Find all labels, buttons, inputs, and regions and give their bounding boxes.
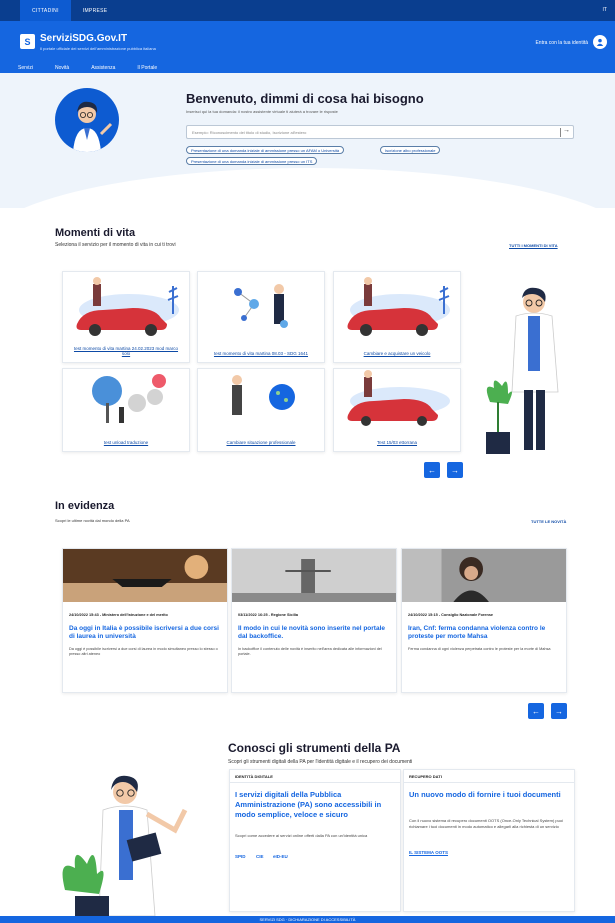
divider <box>230 782 400 783</box>
momenti-next-button[interactable]: → <box>447 462 463 478</box>
evidenza-title: In evidenza <box>55 500 115 512</box>
user-icon[interactable] <box>593 35 607 49</box>
site-header: S ServiziSDG.Gov.IT Il portale ufficiale… <box>0 21 615 63</box>
momento-card[interactable]: test momento di vita martina 24.02.2023 … <box>62 271 190 363</box>
spid-link[interactable]: SPID <box>235 854 246 859</box>
news-meta: 03/11/2022 16:25 - Regione Sicilia <box>238 613 298 617</box>
tool-title[interactable]: I servizi digitali della Pubblica Ammini… <box>235 790 395 820</box>
nav-item-novita[interactable]: Novità <box>55 65 69 72</box>
news-next-button[interactable]: → <box>551 703 567 719</box>
tool-category: RECUPERO DATI <box>409 774 442 779</box>
momento-card[interactable]: Cambiare e acquistare un veicolo <box>333 271 461 363</box>
all-momenti-link[interactable]: TUTTI I MOMENTI DI VITA <box>509 243 558 248</box>
suggestion-chip[interactable]: Presentazione di una domanda iniziale di… <box>186 157 318 165</box>
hero-subtitle: Inserisci qui la tua domanda: il nostro … <box>186 109 338 114</box>
login-link[interactable]: Entra con la tua identità <box>535 40 588 46</box>
news-title[interactable]: Il modo in cui le novità sono inserite n… <box>238 625 390 641</box>
momento-card[interactable]: test momento di vita martina 08.03 - SDG… <box>197 271 325 363</box>
momento-card-label[interactable]: Test 15/03 ettorrana <box>342 440 452 445</box>
momenti-prev-button[interactable]: ← <box>424 462 440 478</box>
cie-link[interactable]: CIE <box>256 854 264 859</box>
momenti-title: Momenti di vita <box>55 227 136 239</box>
tool-card[interactable]: RECUPERO DATI Un nuovo modo di fornire i… <box>403 769 575 912</box>
momento-card[interactable]: Test 15/03 ettorrana <box>333 368 461 452</box>
all-news-link[interactable]: TUTTE LE NOVITÀ <box>531 519 566 524</box>
strumenti-title: Conosci gli strumenti della PA <box>228 741 401 755</box>
main-nav: Servizi Novità Assistenza Il Portale <box>0 63 615 73</box>
news-image <box>232 549 396 602</box>
footer-bar: SERVIZI SDG · DICHIARAZIONE DI ACCESSIBI… <box>0 916 615 923</box>
search-submit-icon[interactable]: → <box>563 127 570 134</box>
tool-title[interactable]: Un nuovo modo di fornire i tuoi document… <box>409 790 569 800</box>
news-text: In backoffice il contenuto delle novità … <box>238 647 382 656</box>
hero-title: Benvenuto, dimmi di cosa hai bisogno <box>186 91 424 106</box>
news-card[interactable]: 03/11/2022 16:25 - Regione Sicilia Il mo… <box>231 548 397 693</box>
oots-link[interactable]: IL SISTEMA OOTS <box>409 850 448 855</box>
strumenti-subtitle: Scopri gli strumenti digitali della PA p… <box>228 759 413 765</box>
momento-card-label[interactable]: Cambiare e acquistare un veicolo <box>342 351 452 356</box>
tool-text: Con il nuovo sistema di recupero documen… <box>409 818 563 829</box>
news-meta: 24/10/2022 15:43 - Ministero dell'Istruz… <box>69 613 168 617</box>
momenti-subtitle: Seleziona il servizio per il momento di … <box>55 242 176 248</box>
suggestion-chip[interactable]: Iscrizione albo professionale <box>380 146 441 154</box>
hero-wave <box>0 168 615 208</box>
car-scene-icon <box>76 277 179 336</box>
language-selector[interactable]: IT <box>603 7 607 13</box>
momento-card[interactable]: test unload traduzione <box>62 368 190 452</box>
news-image <box>402 549 566 602</box>
search-divider <box>560 128 561 137</box>
news-text: Ferma condanna di ogni violenza perpetra… <box>408 647 551 651</box>
nav-item-servizi[interactable]: Servizi <box>18 65 33 72</box>
tool-category: IDENTITÀ DIGITALE <box>235 774 273 779</box>
momento-card-label[interactable]: Cambiare situazione professionale <box>206 440 316 445</box>
tab-imprese[interactable]: IMPRESE <box>71 0 120 21</box>
search-placeholder: Esempio: Riconoscimento del titolo di st… <box>192 130 307 135</box>
news-image <box>63 549 227 602</box>
nav-item-portale[interactable]: Il Portale <box>137 65 157 72</box>
divider <box>404 782 574 783</box>
news-title[interactable]: Iran, Cnf: ferma condanna violenza contr… <box>408 625 560 641</box>
news-title[interactable]: Da oggi in Italia è possibile iscriversi… <box>69 625 221 641</box>
globe-person-icon <box>232 375 295 415</box>
top-bar: CITTADINI IMPRESE IT <box>0 0 615 21</box>
tab-cittadini[interactable]: CITTADINI <box>20 0 71 21</box>
momento-card[interactable]: Cambiare situazione professionale <box>197 368 325 452</box>
network-person-icon <box>234 284 288 328</box>
suggestion-chip[interactable]: Presentazione di una domanda iniziale di… <box>186 146 345 154</box>
news-meta: 24/10/2022 15:15 - Consiglio Nazionale F… <box>408 613 494 617</box>
news-card[interactable]: 24/10/2022 15:43 - Ministero dell'Istruz… <box>62 548 228 693</box>
news-card[interactable]: 24/10/2022 15:15 - Consiglio Nazionale F… <box>401 548 567 693</box>
search-input[interactable]: Esempio: Riconoscimento del titolo di st… <box>186 125 574 139</box>
tree-icon <box>92 374 166 423</box>
car-scene-icon <box>347 277 450 336</box>
nav-item-assistenza[interactable]: Assistenza <box>91 65 115 72</box>
momento-card-label[interactable]: test momento di vita martina 08.03 - SDG… <box>206 351 316 356</box>
site-title[interactable]: ServiziSDG.Gov.IT <box>40 33 127 44</box>
news-prev-button[interactable]: ← <box>528 703 544 719</box>
momento-card-label[interactable]: test unload traduzione <box>71 440 181 445</box>
site-subtitle: Il portale ufficiale dei servizi dell'am… <box>40 46 156 51</box>
tool-text: Scopri come accedere ai servizi online o… <box>235 833 368 838</box>
logo-icon[interactable]: S <box>20 34 35 49</box>
doctor-illustration <box>486 287 559 454</box>
tool-card[interactable]: IDENTITÀ DIGITALE I servizi digitali del… <box>229 769 401 912</box>
eid-link[interactable]: eID-EU <box>273 854 288 859</box>
assistant-avatar <box>55 88 119 152</box>
momento-card-label[interactable]: test momento di vita martina 24.02.2023 … <box>71 346 181 356</box>
evidenza-subtitle: Scopri le ultime novità dal mondo della … <box>55 518 130 523</box>
hero-section: Benvenuto, dimmi di cosa hai bisogno Ins… <box>0 73 615 208</box>
car-scene-icon <box>347 370 450 426</box>
doctor-tablet-illustration <box>62 775 188 916</box>
news-text: Da oggi è possibile iscriversi a due cor… <box>69 647 218 656</box>
